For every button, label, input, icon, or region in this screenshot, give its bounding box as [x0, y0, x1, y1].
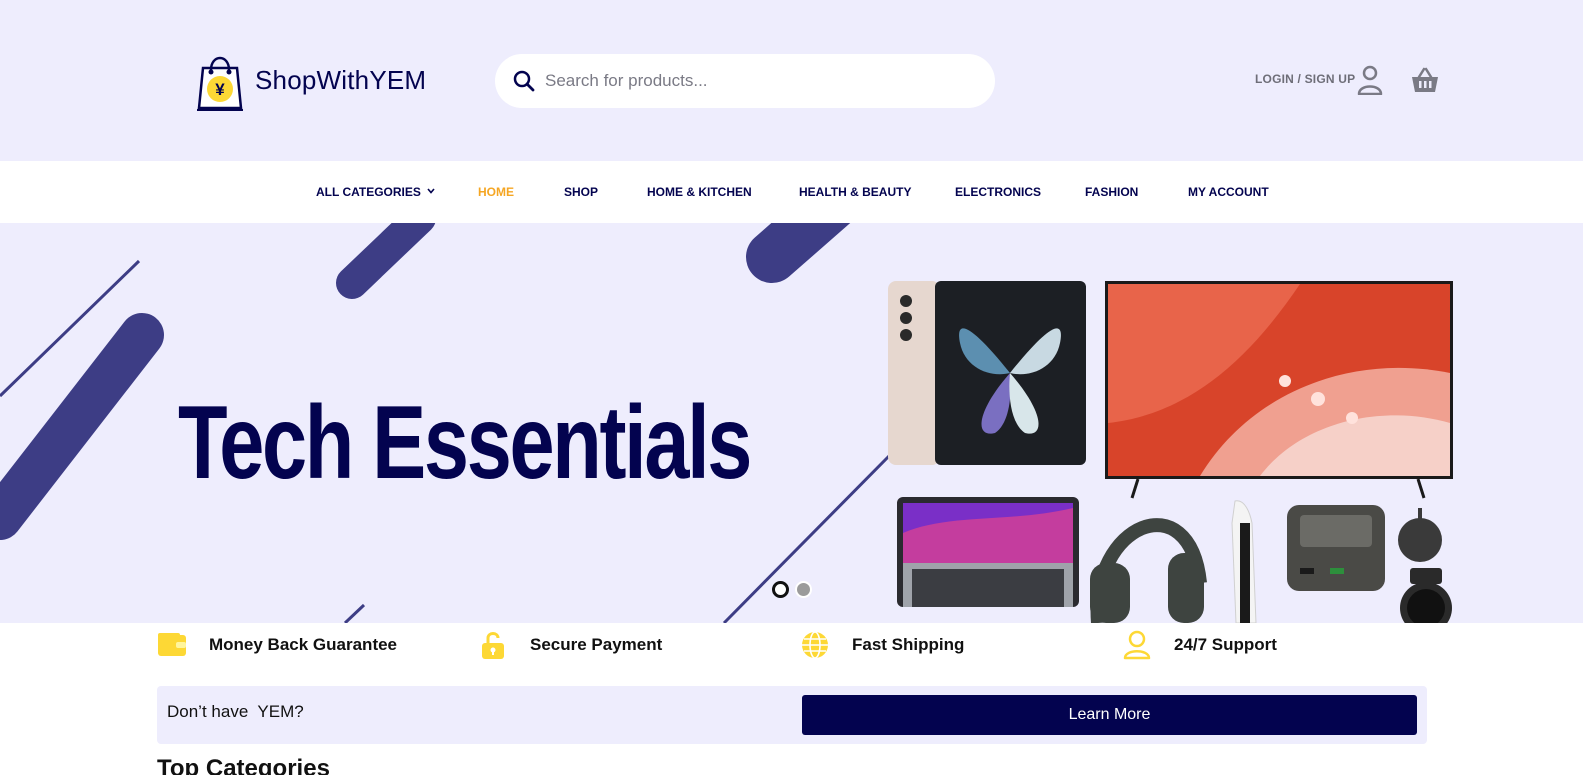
shopping-bag-logo-icon: ¥ [197, 56, 243, 111]
television-image [1105, 281, 1453, 499]
nav-my-account[interactable]: MY ACCOUNT [1188, 185, 1269, 199]
search-input[interactable] [545, 66, 975, 96]
promo-text: Don’t have YEM? [167, 702, 304, 721]
top-categories-heading: Top Categories [157, 755, 330, 775]
nav-home-kitchen[interactable]: HOME & KITCHEN [647, 185, 752, 199]
search-icon[interactable] [513, 70, 535, 92]
foldable-phone-image [888, 281, 1086, 465]
user-support-icon [1123, 630, 1151, 660]
slider-dot-1[interactable] [772, 581, 789, 598]
feature-secure-payment: Secure Payment [478, 630, 662, 660]
feature-label: Money Back Guarantee [209, 635, 398, 654]
feature-label: 24/7 Support [1174, 635, 1277, 654]
svg-text:¥: ¥ [215, 80, 225, 99]
learn-more-button[interactable]: Learn More [802, 695, 1417, 735]
smartwatch-image [1400, 568, 1452, 623]
nav-home[interactable]: HOME [478, 185, 514, 199]
globe-icon [802, 631, 828, 659]
nav-fashion[interactable]: FASHION [1085, 185, 1138, 199]
slider-pagination [772, 581, 812, 598]
brand-name: ShopWithYEM [255, 64, 427, 95]
feature-fast-shipping: Fast Shipping [800, 630, 964, 660]
slider-dot-2[interactable] [795, 581, 812, 598]
hero-banner[interactable]: Tech Essentials [0, 223, 1583, 623]
headphones-image [1090, 518, 1207, 623]
nav-shop[interactable]: SHOP [564, 185, 598, 199]
nav-label: ALL CATEGORIES [316, 185, 421, 199]
chevron-down-icon [427, 188, 435, 194]
hero-title: Tech Essentials [178, 385, 752, 501]
chromecast-image [1398, 508, 1442, 562]
nav-health-beauty[interactable]: HEALTH & BEAUTY [799, 185, 911, 199]
shopping-basket-icon[interactable] [1411, 67, 1439, 93]
decor-line [343, 603, 366, 623]
feature-money-back: Money Back Guarantee [157, 630, 397, 660]
game-console-image [1231, 500, 1257, 623]
nav-electronics[interactable]: ELECTRONICS [955, 185, 1041, 199]
site-header: ¥ ShopWithYEM LOGIN / SIGN UP [0, 0, 1583, 161]
power-bank-image [1287, 505, 1385, 591]
nav-all-categories[interactable]: ALL CATEGORIES [316, 185, 435, 199]
feature-label: Secure Payment [530, 635, 663, 654]
feature-support: 24/7 Support [1122, 630, 1277, 660]
search-bar[interactable] [495, 54, 995, 108]
user-account-icon[interactable] [1357, 65, 1383, 95]
decor-bar [746, 223, 851, 283]
laptop-image [897, 497, 1079, 607]
unlock-icon [482, 632, 504, 659]
site-logo[interactable]: ¥ ShopWithYEM [193, 48, 426, 112]
yem-promo-banner: Don’t have YEM? Learn More [157, 686, 1427, 744]
main-navigation: ALL CATEGORIES HOME SHOP HOME & KITCHEN … [0, 161, 1583, 223]
login-signup-link[interactable]: LOGIN / SIGN UP [1255, 72, 1355, 86]
feature-label: Fast Shipping [852, 635, 965, 654]
wallet-icon [158, 633, 186, 656]
decor-bar [336, 223, 436, 299]
decor-bar [0, 313, 164, 540]
